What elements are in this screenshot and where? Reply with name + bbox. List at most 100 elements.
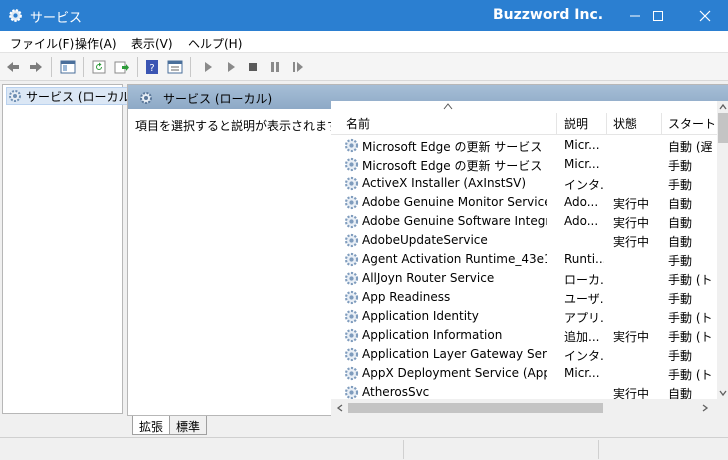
view-tabs: 拡張 標準 — [127, 416, 728, 436]
service-description: 追加... — [564, 330, 600, 344]
menu-action[interactable]: 操作(A) — [75, 35, 117, 52]
close-button[interactable] — [682, 0, 728, 31]
service-gear-icon — [344, 385, 359, 399]
service-startup-type: 自動 — [668, 216, 693, 230]
service-description: ローカ... — [564, 273, 604, 287]
menu-view[interactable]: 表示(V) — [131, 35, 173, 52]
service-startup-type: 手動 — [668, 254, 693, 268]
tab-standard[interactable]: 標準 — [169, 416, 208, 435]
column-header-status[interactable]: 状態 — [613, 115, 637, 132]
column-header-description[interactable]: 説明 — [564, 115, 588, 132]
vertical-scroll-thumb[interactable] — [718, 113, 728, 143]
service-gear-icon — [344, 328, 359, 343]
service-startup-type: 手動 — [668, 159, 693, 173]
service-description: Ado... — [564, 214, 599, 228]
refresh-button[interactable] — [90, 58, 108, 76]
menu-help[interactable]: ヘルプ(H) — [188, 35, 242, 52]
menu-file[interactable]: ファイル(F) — [10, 35, 74, 52]
restart-service-button[interactable] — [289, 58, 307, 76]
service-description: Ado... — [564, 195, 599, 209]
services-gear-icon — [9, 90, 21, 102]
export-list-button[interactable] — [113, 58, 131, 76]
service-name: AtherosSvc — [362, 385, 430, 399]
service-gear-icon — [344, 157, 359, 172]
window-title: サービス — [30, 11, 83, 26]
service-description: アプリ... — [564, 311, 604, 325]
table-row[interactable]: Microsoft Edge の更新 サービス (ed... Micr... 自動 … — [331, 136, 717, 155]
table-row[interactable]: Microsoft Edge の更新 サービス (ed... Micr... 手動 — [331, 155, 717, 174]
service-gear-icon — [344, 138, 359, 153]
tree-item-services-local[interactable]: サービス (ローカル) — [6, 87, 140, 105]
horizontal-scrollbar[interactable] — [331, 399, 728, 416]
table-row[interactable]: ActiveX Installer (AxInstSV) インタ... 手動 — [331, 174, 717, 193]
status-bar-divider — [403, 440, 404, 459]
scroll-left-button[interactable] — [334, 402, 346, 414]
service-startup-type: 自動 (遅 — [668, 140, 713, 154]
column-divider[interactable] — [661, 113, 662, 135]
start-service-button[interactable] — [199, 58, 217, 76]
service-name: Microsoft Edge の更新 サービス (ed... — [362, 140, 547, 154]
tab-extended[interactable]: 拡張 — [132, 416, 171, 435]
services-gear-icon — [9, 9, 22, 22]
table-row[interactable]: Adobe Genuine Monitor Service Ado... 実行中 自動 — [331, 193, 717, 212]
service-description: Micr... — [564, 138, 600, 152]
list-header: 名前 説明 状態 スタートア — [331, 101, 728, 135]
toolbar-separator — [83, 57, 84, 77]
toolbar-separator — [190, 57, 191, 77]
vertical-scrollbar[interactable] — [717, 101, 728, 399]
service-name: ActiveX Installer (AxInstSV) — [362, 176, 527, 190]
service-gear-icon — [344, 176, 359, 191]
start-service-alt-button[interactable] — [222, 58, 240, 76]
service-startup-type: 手動 (ト — [668, 273, 713, 287]
export-list-icon — [114, 61, 129, 74]
service-status: 実行中 — [613, 216, 650, 230]
table-row[interactable]: App Readiness ユーザ... 手動 — [331, 288, 717, 307]
service-name: Adobe Genuine Monitor Service — [362, 195, 547, 209]
column-divider[interactable] — [606, 113, 607, 135]
help-button[interactable]: ? — [143, 58, 161, 76]
pause-service-button[interactable] — [266, 58, 284, 76]
scroll-right-button[interactable] — [699, 402, 711, 414]
properties-icon — [167, 60, 183, 74]
service-status: 実行中 — [613, 235, 650, 249]
pause-service-icon — [271, 62, 279, 72]
table-row[interactable]: Application Layer Gateway Service インタ... 手… — [331, 345, 717, 364]
table-row[interactable]: Adobe Genuine Software Integrity ... Ado.… — [331, 212, 717, 231]
service-startup-type: 自動 — [668, 387, 693, 399]
table-row[interactable]: AppX Deployment Service (AppXS... Micr...… — [331, 364, 717, 383]
table-row[interactable]: AtherosSvc 実行中 自動 — [331, 383, 717, 399]
service-name: AllJoyn Router Service — [362, 271, 495, 285]
list-rows: Microsoft Edge の更新 サービス (ed... Micr... 自動 … — [331, 136, 717, 399]
service-name: Microsoft Edge の更新 サービス (ed... — [362, 159, 547, 173]
service-gear-icon — [344, 347, 359, 362]
help-icon: ? — [146, 60, 158, 74]
table-row[interactable]: AllJoyn Router Service ローカ... 手動 (ト — [331, 269, 717, 288]
service-startup-type: 手動 (ト — [668, 368, 713, 382]
services-gear-icon — [140, 92, 152, 104]
service-startup-type: 手動 — [668, 349, 693, 363]
scroll-up-button[interactable] — [717, 101, 728, 113]
stop-service-icon — [249, 63, 257, 71]
properties-button[interactable] — [166, 58, 184, 76]
toolbar-separator — [137, 57, 138, 77]
scroll-down-button[interactable] — [717, 387, 728, 399]
column-header-name[interactable]: 名前 — [346, 115, 370, 132]
service-startup-type: 手動 — [668, 292, 693, 306]
table-row[interactable]: AdobeUpdateService 実行中 自動 — [331, 231, 717, 250]
service-description: インタ... — [564, 178, 604, 192]
service-startup-type: 自動 — [668, 197, 693, 211]
table-row[interactable]: Application Identity アプリ... 手動 (ト — [331, 307, 717, 326]
chevron-up-icon — [719, 103, 727, 110]
service-startup-type: 手動 (ト — [668, 311, 713, 325]
back-button[interactable] — [4, 58, 22, 76]
table-row[interactable]: Application Information 追加... 実行中 手動 (ト — [331, 326, 717, 345]
horizontal-scroll-thumb[interactable] — [348, 403, 603, 413]
maximize-button[interactable] — [635, 0, 681, 31]
forward-button[interactable] — [27, 58, 45, 76]
table-row[interactable]: Agent Activation Runtime_43e13 Runti... 手動 — [331, 250, 717, 269]
show-hide-tree-button[interactable] — [59, 58, 77, 76]
title-bar: サービス Buzzword Inc. — [0, 0, 728, 31]
service-description: ユーザ... — [564, 292, 604, 306]
stop-service-button[interactable] — [244, 58, 262, 76]
column-divider[interactable] — [556, 113, 557, 135]
